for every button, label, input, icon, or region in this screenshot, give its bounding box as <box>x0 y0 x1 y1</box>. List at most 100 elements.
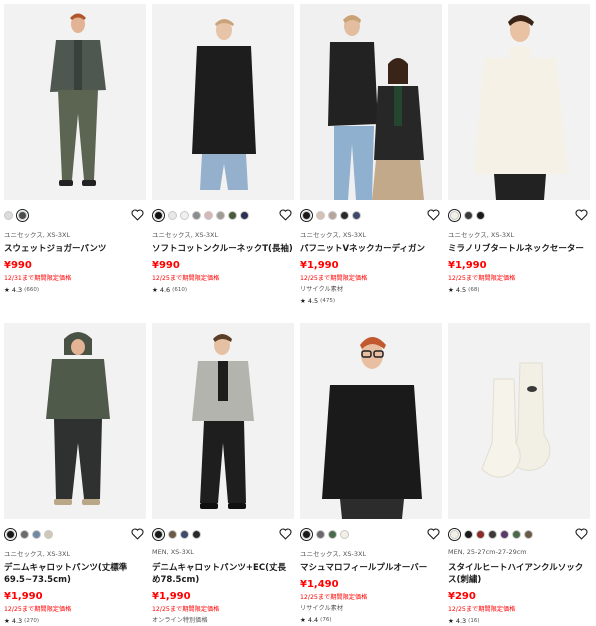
rating-value: 4.3 <box>11 617 23 625</box>
color-swatch-selected[interactable] <box>18 210 27 220</box>
color-swatch-selected[interactable] <box>154 529 163 539</box>
color-swatch[interactable] <box>180 529 189 539</box>
color-swatch[interactable] <box>32 529 41 539</box>
product-name[interactable]: マシュマロフィールプルオーバー <box>300 562 442 574</box>
color-swatches <box>4 207 146 223</box>
color-swatch[interactable] <box>20 529 29 539</box>
review-count: (16) <box>468 618 480 624</box>
heart-icon[interactable] <box>427 528 440 540</box>
rating-value: 4.6 <box>159 286 171 294</box>
product-name[interactable]: スタイルヒートハイアンクルソックス(刺繍) <box>448 562 590 586</box>
color-swatch[interactable] <box>168 529 177 539</box>
product-image[interactable] <box>4 323 146 519</box>
product-card[interactable]: MEN, 25-27cm-27-29cm スタイルヒートハイアンクルソックス(刺… <box>448 323 590 626</box>
color-swatch[interactable] <box>500 529 509 539</box>
color-swatch[interactable] <box>228 210 237 220</box>
color-swatch[interactable] <box>476 210 485 220</box>
color-swatch[interactable] <box>340 529 349 539</box>
color-swatches <box>152 526 294 542</box>
product-card[interactable]: ユニセックス, XS-3XL スウェットジョガーパンツ ¥990 12/31まで… <box>4 4 146 306</box>
rating: ★ 4.5 (68) <box>448 286 590 295</box>
color-swatch[interactable] <box>316 529 325 539</box>
review-count: (76) <box>320 617 332 623</box>
color-swatch[interactable] <box>328 529 337 539</box>
color-swatch[interactable] <box>328 210 337 220</box>
color-swatch[interactable] <box>168 210 177 220</box>
promo-text: 12/31まで期間限定価格 <box>4 275 72 282</box>
product-meta: ユニセックス, XS-3XL <box>4 231 71 239</box>
heart-icon[interactable] <box>131 209 144 221</box>
product-card[interactable]: ユニセックス, XS-3XL ミラノリブタートルネックセーター ¥1,990 1… <box>448 4 590 306</box>
product-image[interactable] <box>4 4 146 200</box>
heart-icon[interactable] <box>131 528 144 540</box>
color-swatches <box>448 526 590 542</box>
product-name[interactable]: パフニットVネックカーディガン <box>300 243 442 255</box>
product-image[interactable] <box>448 4 590 200</box>
rating: ★ 4.5 (475) <box>300 297 442 306</box>
product-name[interactable]: デニムキャロットパンツ(丈標準69.5~73.5cm) <box>4 562 146 586</box>
heart-icon[interactable] <box>279 528 292 540</box>
color-swatch[interactable] <box>340 210 349 220</box>
product-price: ¥1,990 <box>448 260 487 271</box>
color-swatch[interactable] <box>44 529 53 539</box>
color-swatch[interactable] <box>464 210 473 220</box>
rating: ★ 4.3 (660) <box>4 286 146 295</box>
color-swatch-selected[interactable] <box>450 210 459 220</box>
color-swatch-selected[interactable] <box>302 210 311 220</box>
product-meta: MEN, XS-3XL <box>152 548 194 556</box>
color-swatches <box>448 207 590 223</box>
product-meta: ユニセックス, XS-3XL <box>300 231 367 239</box>
color-swatch[interactable] <box>192 529 201 539</box>
review-count: (68) <box>468 287 480 293</box>
color-swatch[interactable] <box>240 210 249 220</box>
product-price: ¥1,990 <box>152 591 191 602</box>
color-swatch[interactable] <box>204 210 213 220</box>
product-image[interactable] <box>152 323 294 519</box>
heart-icon[interactable] <box>575 209 588 221</box>
product-card[interactable]: ユニセックス, XS-3XL マシュマロフィールプルオーバー ¥1,490 12… <box>300 323 442 626</box>
star-icon: ★ <box>152 286 158 294</box>
color-swatch[interactable] <box>476 529 485 539</box>
product-name[interactable]: ミラノリブタートルネックセーター <box>448 243 590 255</box>
rating: ★ 4.3 (16) <box>448 617 590 626</box>
color-swatch[interactable] <box>316 210 325 220</box>
color-swatch[interactable] <box>464 529 473 539</box>
product-card[interactable]: MEN, XS-3XL デニムキャロットパンツ+EC(丈長め78.5cm) ¥1… <box>152 323 294 626</box>
product-card[interactable]: ユニセックス, XS-3XL ソフトコットンクルーネックT(長袖) ¥990 1… <box>152 4 294 306</box>
heart-icon[interactable] <box>427 209 440 221</box>
color-swatch[interactable] <box>524 529 533 539</box>
color-swatch[interactable] <box>4 210 13 220</box>
color-swatch[interactable] <box>488 529 497 539</box>
heart-icon[interactable] <box>575 528 588 540</box>
product-name[interactable]: デニムキャロットパンツ+EC(丈長め78.5cm) <box>152 562 294 586</box>
promo-text: 12/25まで期間限定価格 <box>152 275 220 282</box>
color-swatch-selected[interactable] <box>450 529 459 539</box>
product-card[interactable]: ユニセックス, XS-3XL デニムキャロットパンツ(丈標準69.5~73.5c… <box>4 323 146 626</box>
product-name[interactable]: スウェットジョガーパンツ <box>4 243 146 255</box>
product-photo <box>448 4 590 200</box>
color-swatch[interactable] <box>352 210 361 220</box>
product-photo <box>4 323 146 519</box>
product-row: ユニセックス, XS-3XL スウェットジョガーパンツ ¥990 12/31まで… <box>4 4 592 306</box>
color-swatch-selected[interactable] <box>6 529 15 539</box>
heart-icon[interactable] <box>279 209 292 221</box>
product-row: ユニセックス, XS-3XL デニムキャロットパンツ(丈標準69.5~73.5c… <box>4 323 592 626</box>
rating-value: 4.5 <box>455 286 467 294</box>
color-swatch[interactable] <box>216 210 225 220</box>
color-swatch[interactable] <box>192 210 201 220</box>
color-swatch[interactable] <box>180 210 189 220</box>
color-swatch-selected[interactable] <box>154 210 163 220</box>
product-photo <box>300 323 442 519</box>
product-card[interactable]: ユニセックス, XS-3XL パフニットVネックカーディガン ¥1,990 12… <box>300 4 442 306</box>
product-name[interactable]: ソフトコットンクルーネックT(長袖) <box>152 243 294 255</box>
color-swatches <box>300 207 442 223</box>
product-image[interactable] <box>300 323 442 519</box>
rating: ★ 4.6 (610) <box>152 286 294 295</box>
product-image[interactable] <box>300 4 442 200</box>
product-photo <box>448 323 590 519</box>
product-price: ¥990 <box>4 260 32 271</box>
product-image[interactable] <box>448 323 590 519</box>
color-swatch-selected[interactable] <box>302 529 311 539</box>
color-swatch[interactable] <box>512 529 521 539</box>
product-image[interactable] <box>152 4 294 200</box>
